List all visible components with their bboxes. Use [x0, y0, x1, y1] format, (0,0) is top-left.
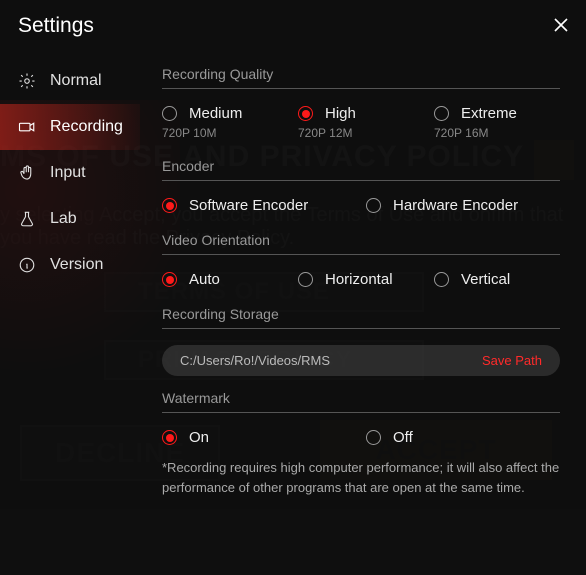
encoder-option-hardware[interactable]: Hardware Encoder: [366, 197, 560, 214]
option-label: Vertical: [461, 271, 510, 288]
option-sublabel: 720P 10M: [162, 126, 288, 140]
option-sublabel: 720P 16M: [434, 126, 560, 140]
quality-options: Medium 720P 10M High 720P 12M: [162, 105, 560, 140]
radio-icon: [162, 272, 177, 287]
orientation-option-vertical[interactable]: Vertical: [434, 271, 560, 288]
radio-icon: [434, 106, 449, 121]
divider: [162, 412, 560, 413]
settings-header: Settings: [0, 0, 586, 52]
option-label: Extreme: [461, 105, 517, 122]
sidebar-item-label: Recording: [50, 118, 123, 136]
divider: [162, 254, 560, 255]
option-label: High: [325, 105, 356, 122]
encoder-option-software[interactable]: Software Encoder: [162, 197, 356, 214]
close-button[interactable]: [554, 16, 568, 37]
radio-icon: [298, 272, 313, 287]
option-sublabel: 720P 12M: [298, 126, 424, 140]
settings-panel: Recording Quality Medium 720P 10M High: [140, 52, 586, 575]
settings-overlay: Settings Normal Recording: [0, 0, 586, 575]
section-title-storage: Recording Storage: [162, 306, 560, 322]
option-label: Horizontal: [325, 271, 393, 288]
section-title-encoder: Encoder: [162, 158, 560, 174]
quality-option-high[interactable]: High 720P 12M: [298, 105, 424, 140]
option-label: Hardware Encoder: [393, 197, 518, 214]
option-label: Medium: [189, 105, 242, 122]
orientation-option-horizontal[interactable]: Horizontal: [298, 271, 424, 288]
save-path-button[interactable]: Save Path: [482, 353, 542, 368]
sidebar-item-label: Input: [50, 164, 86, 182]
section-title-quality: Recording Quality: [162, 66, 560, 82]
sidebar-item-normal[interactable]: Normal: [0, 58, 140, 104]
recording-note: *Recording requires high computer perfor…: [162, 458, 560, 498]
settings-title: Settings: [18, 14, 94, 38]
sidebar-item-label: Version: [50, 256, 103, 274]
orientation-options: Auto Horizontal Vertical: [162, 271, 560, 288]
radio-icon: [366, 198, 381, 213]
sidebar-item-recording[interactable]: Recording: [0, 104, 140, 150]
option-label: Off: [393, 429, 413, 446]
option-label: On: [189, 429, 209, 446]
section-title-orientation: Video Orientation: [162, 232, 560, 248]
divider: [162, 328, 560, 329]
storage-path-text: C:/Users/Ro!/Videos/RMS: [180, 353, 482, 368]
divider: [162, 88, 560, 89]
orientation-option-auto[interactable]: Auto: [162, 271, 288, 288]
watermark-option-on[interactable]: On: [162, 429, 356, 446]
flask-icon: [18, 210, 36, 228]
gear-icon: [18, 72, 36, 90]
section-title-watermark: Watermark: [162, 390, 560, 406]
encoder-options: Software Encoder Hardware Encoder: [162, 197, 560, 214]
sidebar-item-lab[interactable]: Lab: [0, 196, 140, 242]
option-label: Software Encoder: [189, 197, 308, 214]
info-icon: [18, 256, 36, 274]
watermark-options: On Off: [162, 429, 560, 446]
radio-icon: [298, 106, 313, 121]
option-label: Auto: [189, 271, 220, 288]
sidebar-item-version[interactable]: Version: [0, 242, 140, 288]
radio-icon: [162, 198, 177, 213]
watermark-option-off[interactable]: Off: [366, 429, 560, 446]
sidebar-item-label: Lab: [50, 210, 77, 228]
radio-icon: [162, 106, 177, 121]
quality-option-extreme[interactable]: Extreme 720P 16M: [434, 105, 560, 140]
radio-icon: [366, 430, 381, 445]
settings-sidebar: Normal Recording Input Lab: [0, 52, 140, 575]
storage-path-row: C:/Users/Ro!/Videos/RMS Save Path: [162, 345, 560, 376]
quality-option-medium[interactable]: Medium 720P 10M: [162, 105, 288, 140]
close-icon: [554, 18, 568, 32]
divider: [162, 180, 560, 181]
sidebar-item-input[interactable]: Input: [0, 150, 140, 196]
hand-icon: [18, 164, 36, 182]
settings-scroll[interactable]: Recording Quality Medium 720P 10M High: [162, 58, 574, 565]
camera-icon: [18, 118, 36, 136]
radio-icon: [434, 272, 449, 287]
sidebar-item-label: Normal: [50, 72, 102, 90]
radio-icon: [162, 430, 177, 445]
